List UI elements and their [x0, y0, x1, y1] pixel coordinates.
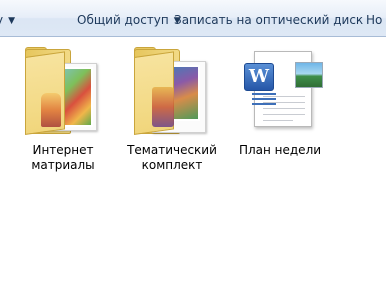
- share-with-label: Общий доступ: [77, 13, 169, 27]
- word-document-icon: W: [240, 47, 323, 143]
- organize-label: у: [0, 13, 3, 27]
- organize-menu-button[interactable]: у▼: [0, 13, 15, 28]
- file-list: Интернет матриалы Тематический комплект: [0, 37, 386, 293]
- command-bar: у▼ Общий доступ▼ Записать на оптический …: [0, 0, 386, 37]
- folder-icon: [23, 47, 103, 143]
- folder-icon: [132, 47, 212, 143]
- burn-to-disc-label: Записать на оптический диск: [174, 13, 364, 27]
- dropdown-arrow-icon: ▼: [8, 16, 16, 26]
- explorer-window: у▼ Общий доступ▼ Записать на оптический …: [0, 0, 386, 293]
- new-folder-label: Но: [366, 13, 383, 27]
- folder-label: Тематический комплект: [127, 143, 217, 172]
- document-label: План недели: [238, 143, 322, 157]
- folder-item-internet-materials[interactable]: Интернет матриалы: [15, 47, 111, 173]
- folder-label: Интернет матриалы: [31, 143, 95, 172]
- burn-to-disc-button[interactable]: Записать на оптический диск: [174, 13, 363, 27]
- new-folder-button[interactable]: Но: [366, 13, 382, 27]
- folder-item-thematic-kit[interactable]: Тематический комплект: [124, 47, 220, 173]
- share-with-button[interactable]: Общий доступ ▼: [77, 13, 181, 28]
- document-item-week-plan[interactable]: W План недели: [232, 47, 328, 158]
